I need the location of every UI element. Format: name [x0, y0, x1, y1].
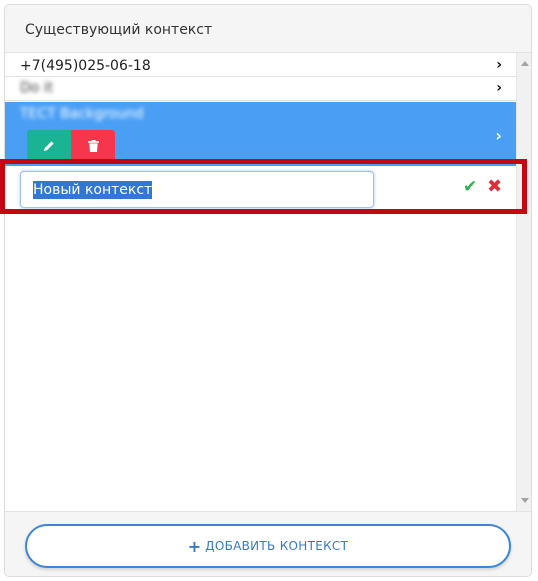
scrollbar[interactable] — [516, 53, 531, 511]
panel-header: Существующий контекст — [5, 5, 531, 53]
add-context-button[interactable]: + ДОБАВИТЬ КОНТЕКСТ — [25, 524, 511, 568]
edit-button[interactable] — [27, 130, 71, 162]
highlight-frame — [0, 159, 527, 214]
pencil-icon — [44, 141, 54, 151]
delete-button[interactable] — [71, 130, 115, 162]
scroll-up-arrow-icon[interactable] — [521, 61, 529, 66]
chevron-right-icon[interactable]: › — [496, 57, 502, 73]
list-item[interactable]: Do it › — [5, 77, 516, 101]
chevron-right-icon[interactable]: › — [496, 80, 502, 96]
context-list: +7(495)025-06-18 › Do it › ТЕСТ Backgrou… — [5, 53, 516, 511]
list-item-label: Do it — [20, 80, 54, 96]
plus-icon: + — [187, 536, 202, 556]
scroll-down-arrow-icon[interactable] — [521, 498, 529, 503]
trash-icon — [87, 140, 99, 152]
panel-title: Существующий контекст — [25, 22, 213, 38]
list-item-label: +7(495)025-06-18 — [20, 58, 151, 74]
list-item-label: ТЕСТ Background — [20, 106, 144, 122]
chevron-right-icon[interactable]: › — [495, 126, 502, 145]
panel-footer: + ДОБАВИТЬ КОНТЕКСТ — [5, 511, 531, 576]
list-item[interactable]: +7(495)025-06-18 › — [5, 55, 516, 77]
add-context-label: ДОБАВИТЬ КОНТЕКСТ — [205, 539, 349, 553]
context-panel: Существующий контекст +7(495)025-06-18 ›… — [4, 4, 532, 577]
list-item-selected[interactable]: ТЕСТ Background › — [5, 102, 516, 166]
